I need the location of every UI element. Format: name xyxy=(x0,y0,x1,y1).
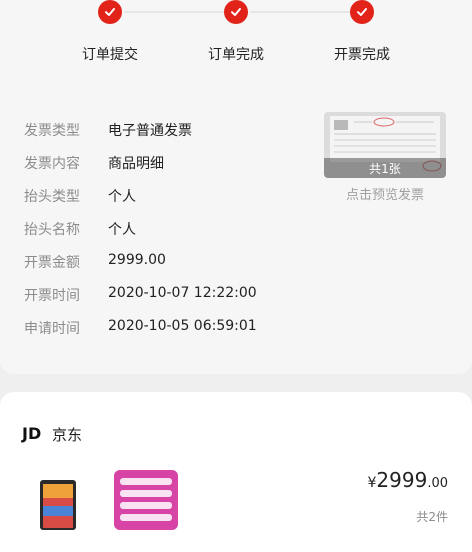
info-value: 2999.00 xyxy=(108,252,166,268)
step-label-submitted: 订单提交 xyxy=(82,47,138,63)
info-value: 商品明细 xyxy=(108,156,164,172)
info-label: 开票时间 xyxy=(24,288,80,304)
step-check-icon xyxy=(350,0,374,24)
step-label-invoiced: 开票完成 xyxy=(334,47,390,63)
price-integer: 2999 xyxy=(376,468,428,492)
info-value: 2020-10-05 06:59:01 xyxy=(108,318,257,334)
info-label: 发票类型 xyxy=(24,123,80,139)
step-line xyxy=(250,11,358,13)
info-label: 申请时间 xyxy=(24,321,80,337)
shop-name[interactable]: 京东 xyxy=(52,424,82,445)
info-value: 电子普通发票 xyxy=(108,123,192,139)
info-label: 开票金额 xyxy=(24,255,80,271)
progress-steps: 订单提交 订单完成 开票完成 xyxy=(0,0,472,70)
step-check-icon xyxy=(98,0,122,24)
info-label: 发票内容 xyxy=(24,156,80,172)
invoice-card: 订单提交 订单完成 开票完成 发票类型 电子普通发票 发票内容 商品明细 抬头类… xyxy=(0,0,472,374)
info-value: 个人 xyxy=(108,189,136,205)
item-count: 共2件 xyxy=(416,510,448,524)
info-label: 抬头类型 xyxy=(24,189,80,205)
invoice-preview-thumbnail[interactable]: 共1张 xyxy=(324,112,446,178)
preview-count: 共1张 xyxy=(324,158,446,178)
info-label: 抬头名称 xyxy=(24,222,80,238)
product-accessory-image[interactable] xyxy=(114,470,178,530)
shop-logo: JD xyxy=(22,424,42,443)
order-price: ¥2999.00 xyxy=(367,468,448,492)
info-value: 2020-10-07 12:22:00 xyxy=(108,285,257,301)
step-line xyxy=(124,11,232,13)
price-decimal: .00 xyxy=(427,476,448,491)
info-value: 个人 xyxy=(108,222,136,238)
step-label-completed: 订单完成 xyxy=(208,47,264,63)
product-tablet-image[interactable] xyxy=(38,476,80,530)
preview-invoice-link[interactable]: 点击预览发票 xyxy=(324,184,446,203)
step-check-icon xyxy=(224,0,248,24)
